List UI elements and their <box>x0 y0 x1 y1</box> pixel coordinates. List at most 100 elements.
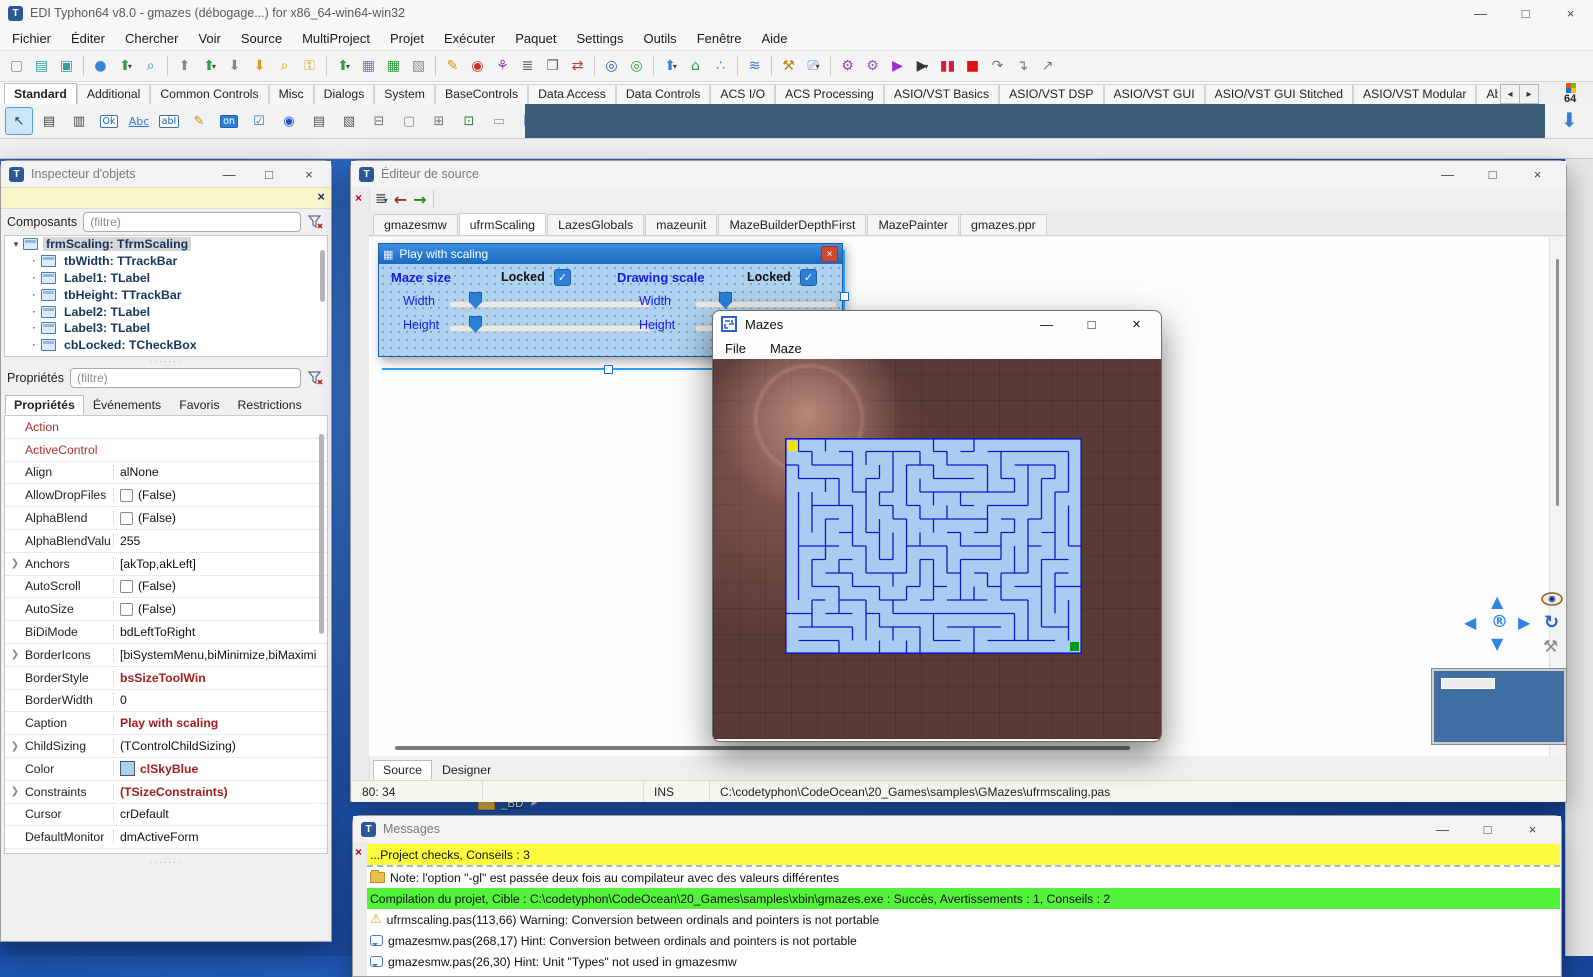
tree-expand-icon[interactable]: ▾ <box>9 239 23 250</box>
property-row-AlphaBlend[interactable]: AlphaBlend(False) <box>5 507 327 530</box>
tree-item-cbLocked[interactable]: ·cbLocked: TCheckBox <box>5 337 327 354</box>
message-row-3[interactable]: ⚠ufrmscaling.pas(113,66) Warning: Conver… <box>367 909 1560 930</box>
property-row-AutoSize[interactable]: AutoSize(False) <box>5 598 327 621</box>
tree-item-frmScaling[interactable]: ▾frmScaling: TfrmScaling <box>5 236 327 253</box>
palette-tab-common-controls[interactable]: Common Controls <box>150 84 268 104</box>
palette-tmainmenu-icon[interactable]: ▤ <box>35 107 63 135</box>
menu-item-outils[interactable]: Outils <box>633 26 686 50</box>
mazes-menu-maze[interactable]: Maze <box>758 341 814 356</box>
toolbar-new-unit-button[interactable]: ▢ <box>4 54 29 79</box>
scroll-down-arrow-icon[interactable]: ⬇ <box>1561 108 1578 132</box>
property-row-AutoScroll[interactable]: AutoScroll(False) <box>5 576 327 599</box>
toolbar-open-recent-button[interactable]: ⬆▾ <box>113 54 138 79</box>
editor-tab-ufrmScaling[interactable]: ufrmScaling <box>459 213 546 235</box>
palette-tradiobutton-icon[interactable]: ◉ <box>275 107 303 135</box>
property-row-AlphaBlendValu[interactable]: AlphaBlendValu255 <box>5 530 327 553</box>
mazes-menu-file[interactable]: File <box>713 341 758 356</box>
palette-tbutton-icon[interactable]: Ok <box>95 107 123 135</box>
back-icon[interactable]: ← <box>394 190 407 209</box>
tree-item-Label3[interactable]: ·Label3: TLabel <box>5 320 327 337</box>
toolbar-stop-button[interactable]: ■ <box>960 54 985 79</box>
property-row-Caption[interactable]: CaptionPlay with scaling <box>5 712 327 735</box>
expand-icon[interactable]: ❯ <box>5 786 25 797</box>
toolbar-build-button[interactable]: ⚙ <box>835 54 860 79</box>
editor-minimize-button[interactable]: — <box>1425 161 1470 187</box>
mazes-maximize-button[interactable]: □ <box>1069 311 1114 337</box>
tree-item-Label2[interactable]: ·Label2: TLabel <box>5 303 327 320</box>
toolbar-gold-lock-button[interactable]: ⚿ <box>297 54 322 79</box>
dropdown-icon[interactable]: ▾ <box>346 62 350 71</box>
dropdown-icon[interactable]: ▾ <box>816 62 820 71</box>
property-row-BorderWidth[interactable]: BorderWidth0 <box>5 690 327 713</box>
property-value[interactable]: bsSizeToolWin <box>113 671 327 685</box>
toolbar-step-into-button[interactable]: ↴ <box>1010 54 1035 79</box>
mazes-minimize-button[interactable]: — <box>1024 311 1069 337</box>
property-value[interactable]: [akTop,akLeft] <box>113 557 327 571</box>
splitter[interactable]: ······· <box>1 858 331 866</box>
editor-tab-LazesGlobals[interactable]: LazesGlobals <box>547 214 644 235</box>
property-value[interactable]: clSkyBlue <box>113 761 327 776</box>
checkbox-icon[interactable] <box>120 603 133 616</box>
window-thumbnail[interactable] <box>1432 669 1566 744</box>
property-row-Color[interactable]: ColorclSkyBlue <box>5 758 327 781</box>
tools-icon[interactable]: ⚒ <box>1543 637 1558 657</box>
message-row-5[interactable]: gmazesmw.pas(26,30) Hint: Unit "Types" n… <box>367 951 1560 972</box>
toolbar-home-form-button[interactable]: ⌂ <box>683 54 708 79</box>
toolbar-edit-source-button[interactable]: ✎ <box>440 54 465 79</box>
toolbar-new-form-button[interactable]: ▣ <box>54 54 79 79</box>
menu-item-fenêtre[interactable]: Fenêtre <box>687 26 752 50</box>
menu-item-aide[interactable]: Aide <box>752 26 798 50</box>
menu-item-voir[interactable]: Voir <box>188 26 230 50</box>
dropdown-icon[interactable]: ▾ <box>673 62 677 71</box>
mazes-close-button[interactable]: × <box>1114 311 1159 337</box>
property-value[interactable]: Play with scaling <box>113 716 327 730</box>
refresh-icon[interactable]: ↻ <box>1544 612 1559 633</box>
toolbar-run-params-button[interactable]: ▶▾ <box>910 54 935 79</box>
toolbar-save-all-button[interactable]: ▦ <box>381 54 406 79</box>
toolbar-find-in-files-button[interactable]: ◎ <box>624 54 649 79</box>
palette-tab-asio-vst-basics[interactable]: ASIO/VST Basics <box>884 84 999 104</box>
property-value[interactable]: dmActiveForm <box>113 830 327 844</box>
editor-tab-MazePainter[interactable]: MazePainter <box>867 214 959 235</box>
inspector-titlebar[interactable]: T Inspecteur d'objets — □ × <box>1 161 331 187</box>
expand-icon[interactable]: ❯ <box>5 558 25 569</box>
property-row-Align[interactable]: AlignalNone <box>5 462 327 485</box>
tree-item-tbWidth[interactable]: ·tbWidth: TTrackBar <box>5 253 327 270</box>
toolbar-run-button[interactable]: ▶ <box>885 54 910 79</box>
property-row-Action[interactable]: Action <box>5 416 327 439</box>
inspector-tab-favoris[interactable]: Favoris <box>170 395 228 415</box>
toolbar-lazes-waves-button[interactable]: ≋ <box>742 54 767 79</box>
inspector-close-button[interactable]: × <box>289 161 329 187</box>
property-value[interactable]: [biSystemMenu,biMinimize,biMaximi <box>113 648 327 662</box>
editor-titlebar[interactable]: T Éditeur de source — □ × <box>351 161 1566 187</box>
palette-tab-asio-vst-gui[interactable]: ASIO/VST GUI <box>1104 84 1205 104</box>
menu-item-projet[interactable]: Projet <box>380 26 434 50</box>
inspector-tab-restrictions[interactable]: Restrictions <box>229 395 311 415</box>
tree-scrollbar-thumb[interactable] <box>320 250 325 302</box>
tree-item-tbHeight[interactable]: ·tbHeight: TTrackBar <box>5 286 327 303</box>
unit-list-icon[interactable]: ≣▾ <box>375 191 388 207</box>
mazes-app-window[interactable]: Mazes — □ × FileMaze <box>712 310 1162 742</box>
property-value[interactable]: bdLeftToRight <box>113 625 327 639</box>
designer-form-titlebar[interactable]: ▦ Play with scaling × <box>379 244 842 264</box>
palette-tab-asio-vst-gui-stitched[interactable]: ASIO/VST GUI Stitched <box>1205 84 1353 104</box>
palette-ttogglebox-icon[interactable]: on <box>215 107 243 135</box>
locked1-checkbox[interactable]: ✓ <box>554 269 571 286</box>
pan-right-icon[interactable]: ▶ <box>1518 613 1530 632</box>
palette-tgroupbox-icon[interactable]: ▢ <box>395 107 423 135</box>
palette-scroll-left-button[interactable]: ◂ <box>1500 84 1520 104</box>
palette-tlistbox-icon[interactable]: ▤ <box>305 107 333 135</box>
toolbar-view-form-button[interactable]: ⬆▾ <box>658 54 683 79</box>
mazes-titlebar[interactable]: Mazes — □ × <box>713 311 1161 337</box>
grid-scrollbar-thumb[interactable] <box>319 434 324 634</box>
property-row-Cursor[interactable]: CursorcrDefault <box>5 804 327 827</box>
toolbar-paste-ball-button[interactable]: ● <box>88 54 113 79</box>
designer-form-close-button[interactable]: × <box>821 246 838 262</box>
expand-icon[interactable]: ❯ <box>5 741 25 752</box>
toolbar-find-ball-button[interactable]: ⌕ <box>138 54 163 79</box>
toolbar-save-button[interactable]: ▦ <box>356 54 381 79</box>
toolbar-monitor-button[interactable]: ⎚▾ <box>801 54 826 79</box>
toolbar-toggle-form-unit-button[interactable]: ⇄ <box>565 54 590 79</box>
forward-icon[interactable]: → <box>413 190 426 209</box>
toolbar-unit-list-button[interactable]: ≣ <box>515 54 540 79</box>
